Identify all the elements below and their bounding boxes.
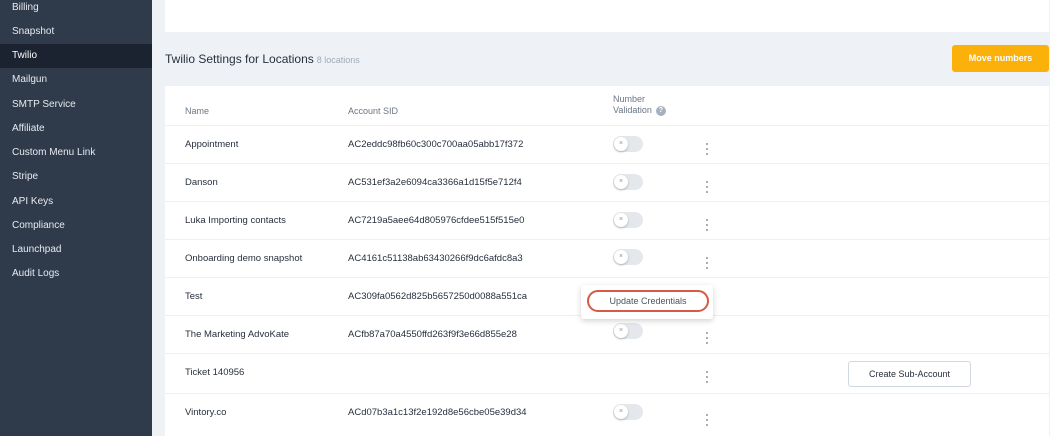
- top-card: [165, 0, 1049, 32]
- toggle-off-icon: ×: [614, 250, 628, 264]
- more-options-icon[interactable]: [703, 371, 711, 385]
- sidebar-item-api-keys[interactable]: API Keys: [0, 190, 152, 214]
- column-header-number-validation: Number Validation?: [613, 94, 666, 116]
- page-title: Twilio Settings for Locations 8 locations: [165, 52, 360, 66]
- table-row: Danson AC531ef3a2e6094ca3366a1d15f5e712f…: [165, 163, 1049, 201]
- sidebar-item-audit-logs[interactable]: Audit Logs: [0, 262, 152, 286]
- location-name: Appointment: [185, 139, 239, 150]
- more-options-icon[interactable]: [703, 414, 711, 428]
- location-count: 8 locations: [316, 55, 360, 65]
- more-options-icon[interactable]: [703, 181, 711, 195]
- sidebar-item-custom-menu-link[interactable]: Custom Menu Link: [0, 141, 152, 165]
- sidebar-item-launchpad[interactable]: Launchpad: [0, 238, 152, 262]
- account-sid: AC531ef3a2e6094ca3366a1d15f5e712f4: [348, 177, 522, 188]
- toggle-off-icon: ×: [614, 405, 628, 419]
- sidebar-item-affiliate[interactable]: Affiliate: [0, 117, 152, 141]
- location-name: Test: [185, 291, 203, 302]
- account-sid: AC309fa0562d825b5657250d0088a551ca: [348, 291, 528, 302]
- main-content: Twilio Settings for Locations 8 locations…: [152, 0, 1050, 436]
- page-title-text: Twilio Settings for Locations: [165, 52, 314, 66]
- location-name: Onboarding demo snapshot: [185, 253, 303, 264]
- account-sid: AC2eddc98fb60c300c700aa05abb17f372: [348, 139, 524, 150]
- create-sub-account-button[interactable]: Create Sub-Account: [848, 361, 971, 387]
- sidebar-item-stripe[interactable]: Stripe: [0, 165, 152, 189]
- row-actions-dropdown: Update Credentials: [581, 285, 713, 319]
- sidebar-item-mailgun[interactable]: Mailgun: [0, 68, 152, 92]
- column-header-validation-line1: Number: [613, 94, 646, 104]
- toggle-off-icon: ×: [614, 175, 628, 189]
- sidebar-item-twilio[interactable]: Twilio: [0, 44, 152, 68]
- move-numbers-button[interactable]: Move numbers: [952, 45, 1049, 72]
- number-validation-toggle[interactable]: ×: [613, 249, 643, 265]
- toggle-off-icon: ×: [614, 213, 628, 227]
- toggle-off-icon: ×: [614, 324, 628, 338]
- more-options-icon[interactable]: [703, 143, 711, 157]
- sidebar-item-compliance[interactable]: Compliance: [0, 214, 152, 238]
- column-header-name: Name: [185, 106, 210, 116]
- location-name: Danson: [185, 177, 218, 188]
- account-sid: AC4161c51138ab63430266f9dc6afdc8a3: [348, 253, 523, 264]
- help-icon[interactable]: ?: [655, 105, 666, 116]
- sidebar: Billing Snapshot Twilio Mailgun SMTP Ser…: [0, 0, 152, 436]
- more-options-icon[interactable]: [703, 332, 711, 346]
- more-options-icon[interactable]: [703, 219, 711, 233]
- number-validation-toggle[interactable]: ×: [613, 136, 643, 152]
- table-row: Onboarding demo snapshot AC4161c51138ab6…: [165, 239, 1049, 277]
- location-name: Luka Importing contacts: [185, 215, 286, 226]
- sidebar-item-smtp-service[interactable]: SMTP Service: [0, 93, 152, 117]
- table-row: Luka Importing contacts AC7219a5aee64d80…: [165, 201, 1049, 239]
- number-validation-toggle[interactable]: ×: [613, 174, 643, 190]
- column-header-account-sid: Account SID: [348, 106, 399, 116]
- number-validation-toggle[interactable]: ×: [613, 323, 643, 339]
- location-name: The Marketing AdvoKate: [185, 329, 290, 340]
- location-name: Vintory.co: [185, 407, 227, 418]
- account-sid: AC7219a5aee64d805976cfdee515f515e0: [348, 215, 525, 226]
- table-row: Appointment AC2eddc98fb60c300c700aa05abb…: [165, 125, 1049, 163]
- number-validation-toggle[interactable]: ×: [613, 404, 643, 420]
- sidebar-item-snapshot[interactable]: Snapshot: [0, 20, 152, 44]
- update-credentials-menu-item[interactable]: Update Credentials: [587, 290, 709, 312]
- location-name: Ticket 140956: [185, 367, 245, 378]
- locations-table: Name Account SID Number Validation? Appo…: [165, 86, 1049, 436]
- account-sid: ACd07b3a1c13f2e192d8e56cbe05e39d34: [348, 407, 527, 418]
- account-sid: ACfb87a70a4550ffd263f9f3e66d855e28: [348, 329, 517, 340]
- number-validation-toggle[interactable]: ×: [613, 212, 643, 228]
- toggle-off-icon: ×: [614, 137, 628, 151]
- sidebar-item-billing[interactable]: Billing: [0, 0, 152, 20]
- column-header-validation-line2: Validation?: [613, 105, 666, 116]
- more-options-icon[interactable]: [703, 257, 711, 271]
- table-row: Vintory.co ACd07b3a1c13f2e192d8e56cbe05e…: [165, 393, 1049, 431]
- table-row: The Marketing AdvoKate ACfb87a70a4550ffd…: [165, 315, 1049, 353]
